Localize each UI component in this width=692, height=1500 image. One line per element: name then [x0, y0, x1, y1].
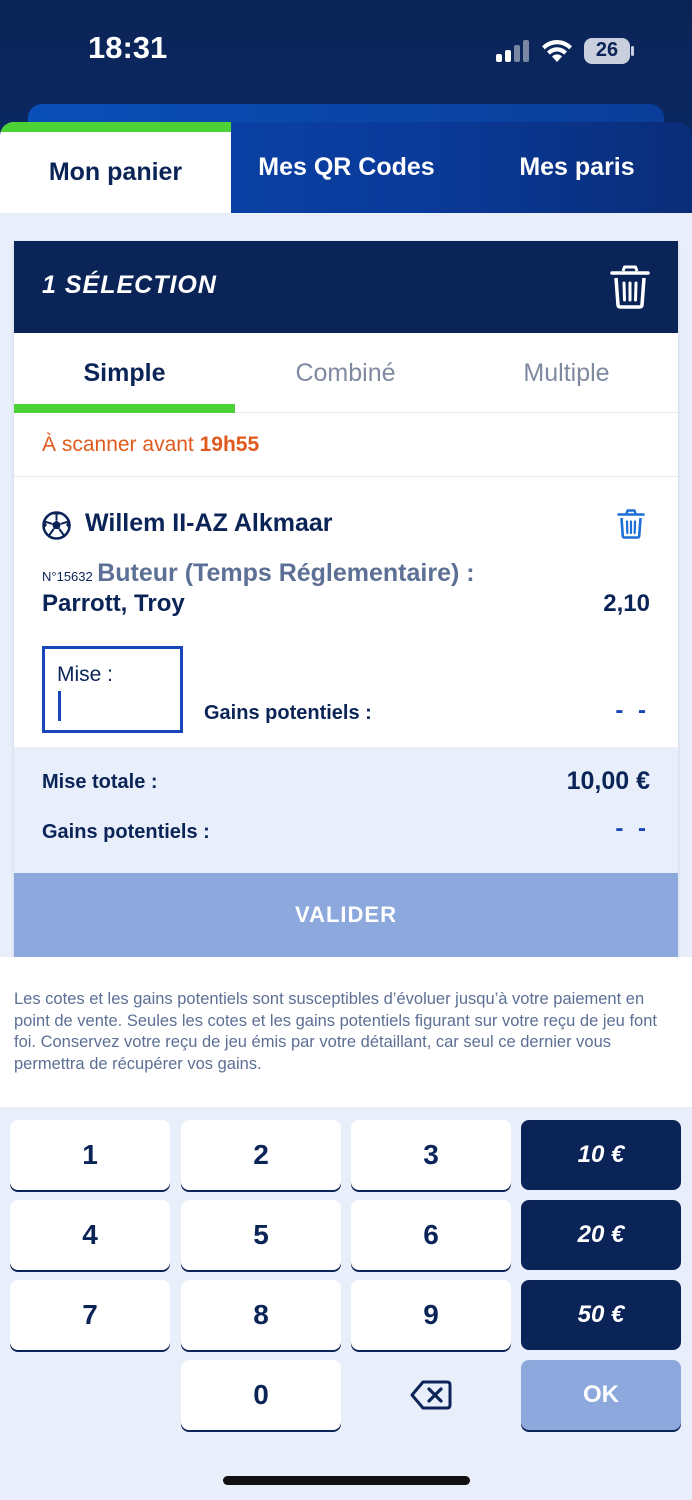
potential-gains-value: - - — [615, 697, 650, 724]
ok-button[interactable]: OK — [521, 1360, 681, 1430]
key-7[interactable]: 7 — [10, 1280, 170, 1350]
trash-icon[interactable] — [610, 265, 650, 309]
wifi-icon — [542, 39, 572, 62]
tab-mes-qr-codes[interactable]: Mes QR Codes — [231, 122, 462, 213]
bet-slip-card: 1 SÉLECTION Simple Combiné Multiple À sc… — [14, 241, 678, 957]
total-stake-label: Mise totale : — [42, 771, 158, 793]
disclaimer-text: Les cotes et les gains potentiels sont s… — [14, 990, 657, 1073]
bet-number: N°15632 — [42, 569, 93, 584]
scan-deadline: À scanner avant 19h55 — [42, 433, 260, 456]
stake-label: Mise : — [57, 663, 114, 686]
key-6[interactable]: 6 — [351, 1200, 511, 1270]
bet-odds: 2,10 — [603, 590, 650, 617]
top-tabs: Mon panier Mes QR Codes Mes paris — [0, 122, 692, 213]
scan-deadline-time: 19h55 — [199, 433, 260, 456]
divider — [14, 476, 678, 477]
remove-selection-icon[interactable] — [617, 509, 645, 539]
key-5[interactable]: 5 — [181, 1200, 341, 1270]
status-time: 18:31 — [88, 30, 168, 65]
selection-count-title: 1 SÉLECTION — [42, 271, 217, 299]
football-icon — [42, 511, 71, 540]
tab-mon-panier[interactable]: Mon panier — [0, 122, 231, 213]
tab-mes-paris[interactable]: Mes paris — [462, 122, 692, 213]
home-indicator — [223, 1476, 470, 1485]
text-cursor — [58, 691, 61, 721]
backspace-icon — [410, 1380, 452, 1410]
disclaimer-section: Les cotes et les gains potentiels sont s… — [0, 957, 692, 1107]
battery-icon: 26 — [584, 38, 634, 64]
battery-level: 26 — [595, 39, 619, 61]
key-8[interactable]: 8 — [181, 1280, 341, 1350]
total-gains-value: - - — [615, 815, 650, 842]
bet-market-line: N°15632 Buteur (Temps Réglementaire) : — [42, 559, 652, 588]
key-3[interactable]: 3 — [351, 1120, 511, 1190]
key-4[interactable]: 4 — [10, 1200, 170, 1270]
amount-20-button[interactable]: 20 € — [521, 1200, 681, 1270]
amount-50-button[interactable]: 50 € — [521, 1280, 681, 1350]
amount-10-button[interactable]: 10 € — [521, 1120, 681, 1190]
active-tab-indicator — [14, 404, 235, 413]
tab-multiple[interactable]: Multiple — [456, 333, 677, 413]
bet-selection: Parrott, Troy — [42, 590, 185, 617]
key-2[interactable]: 2 — [181, 1120, 341, 1190]
key-1[interactable]: 1 — [10, 1120, 170, 1190]
total-gains-label: Gains potentiels : — [42, 821, 210, 843]
stake-input[interactable]: Mise : — [42, 646, 183, 733]
bet-type-tabs: Simple Combiné Multiple — [14, 333, 678, 413]
bet-market: Buteur (Temps Réglementaire) : — [97, 559, 475, 587]
key-9[interactable]: 9 — [351, 1280, 511, 1350]
status-bar: 18:31 26 — [0, 0, 692, 100]
potential-gains-label: Gains potentiels : — [204, 702, 372, 724]
totals-section: Mise totale : 10,00 € Gains potentiels :… — [14, 747, 678, 873]
bet-slip-header: 1 SÉLECTION — [14, 241, 678, 333]
validate-button[interactable]: VALIDER — [14, 873, 678, 957]
match-name: Willem II-AZ Alkmaar — [85, 509, 333, 537]
tab-combine[interactable]: Combiné — [235, 333, 456, 413]
total-stake-value: 10,00 € — [566, 767, 650, 795]
numeric-keypad: 1 2 3 10 € 4 5 6 20 € 7 8 9 50 € 0 OK — [0, 1107, 692, 1500]
cellular-signal-icon — [496, 40, 532, 62]
key-0[interactable]: 0 — [181, 1360, 341, 1430]
app-header: 18:31 26 Mon panier Mes QR Codes Mes par… — [0, 0, 692, 213]
tab-simple[interactable]: Simple — [14, 333, 235, 413]
delete-key[interactable] — [351, 1360, 511, 1430]
